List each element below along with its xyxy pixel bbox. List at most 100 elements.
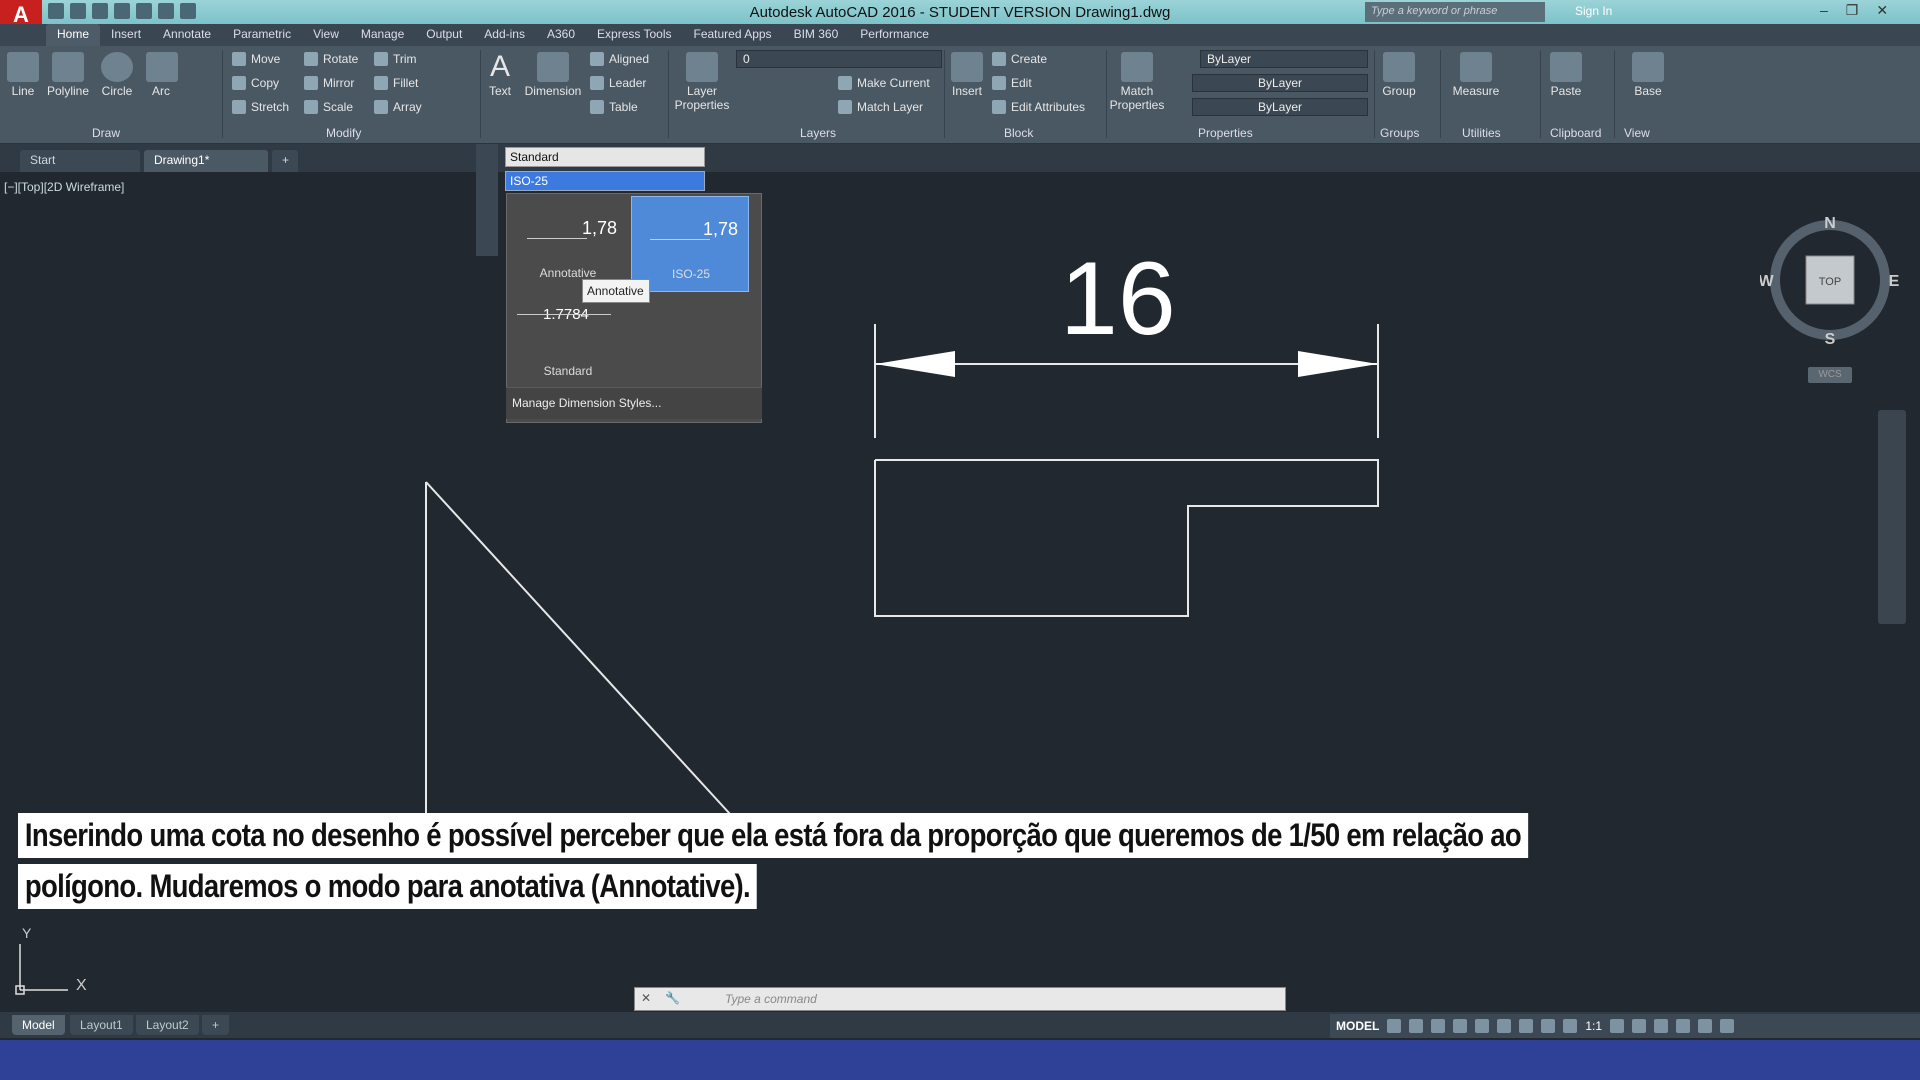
paste-button[interactable]: Paste [1546,52,1586,98]
polyline-button[interactable]: Polyline [44,52,92,98]
panel-groups-label[interactable]: Groups [1380,126,1419,140]
match-properties-button[interactable]: Match Properties [1108,52,1166,112]
panel-properties-label[interactable]: Properties [1198,126,1253,140]
navigation-bar[interactable] [1878,410,1906,624]
lineweight-dropdown[interactable]: ByLayer [1192,98,1368,116]
tab-layout1[interactable]: Layout1 [70,1015,133,1035]
text-style-dropdown[interactable]: Standard [505,147,705,167]
rotate-button[interactable]: Rotate [304,52,358,66]
tab-annotate[interactable]: Annotate [152,24,222,46]
panel-layers-label[interactable]: Layers [800,126,836,140]
tab-view[interactable]: View [302,24,350,46]
tab-add-ins[interactable]: Add-ins [473,24,536,46]
insert-button[interactable]: Insert [948,52,986,98]
restore-icon[interactable]: ❐ [1846,2,1859,19]
style-tile-annotative[interactable]: 1,78 Annotative [509,196,627,292]
create-block-button[interactable]: Create [992,52,1047,66]
panel-utilities-label[interactable]: Utilities [1462,126,1501,140]
otrack-icon[interactable] [1497,1019,1512,1033]
array-button[interactable]: Array [374,100,422,114]
wrench-icon[interactable]: 🔧 [665,991,680,1005]
annotation-side-toolbar [476,144,498,256]
minimize-icon[interactable]: – [1820,2,1828,19]
style-tile-iso25[interactable]: 1,78 ISO-25 [631,196,749,292]
workspace-gear-icon[interactable] [1610,1019,1625,1033]
command-input[interactable]: Type a command [725,992,817,1006]
tab-model[interactable]: Model [12,1015,65,1035]
search-input[interactable]: Type a keyword or phrase [1365,2,1545,22]
osnap-icon[interactable] [1475,1019,1490,1033]
tab-layout2[interactable]: Layout2 [136,1015,199,1035]
tab-bim360[interactable]: BIM 360 [783,24,850,46]
tab-insert[interactable]: Insert [100,24,152,46]
panel-block-label[interactable]: Block [1004,126,1033,140]
dimension-style-dropdown[interactable]: ISO-25 [505,171,705,191]
lineweight-icon[interactable] [1519,1019,1534,1033]
leader-button[interactable]: Leader [590,76,646,90]
sign-in-button[interactable]: Sign In [1575,4,1612,18]
annotation-visibility-icon[interactable] [1541,1019,1556,1033]
layer-properties-button[interactable]: Layer Properties [674,52,730,112]
layer-dropdown[interactable]: 0 [736,50,942,68]
viewcube[interactable]: TOP N S E W [1760,210,1900,350]
wcs-menu[interactable]: WCS [1808,367,1852,383]
tab-home[interactable]: Home [46,24,101,46]
color-dropdown[interactable]: ByLayer [1200,50,1368,68]
ribbon-separator [944,50,945,138]
caption-line-1: Inserindo uma cota no desenho é possível… [18,813,1528,858]
annotation-scale[interactable]: 1:1 [1585,1019,1602,1033]
stretch-button[interactable]: Stretch [232,100,289,114]
hardware-acceleration-icon[interactable] [1676,1019,1691,1033]
grid-icon[interactable] [1387,1019,1402,1033]
mirror-button[interactable]: Mirror [304,76,354,90]
measure-button[interactable]: Measure [1450,52,1502,98]
panel-draw-label[interactable]: Draw [92,126,120,140]
close-icon[interactable]: ✕ [1876,2,1888,19]
make-current-button[interactable]: Make Current [838,76,930,90]
clean-screen-icon[interactable] [1698,1019,1713,1033]
copy-button[interactable]: Copy [232,76,279,90]
model-space-button[interactable]: MODEL [1336,1019,1379,1033]
drawing-tab[interactable]: Drawing1* [144,150,268,172]
edit-attributes-button[interactable]: Edit Attributes [992,100,1085,114]
panel-clipboard-label[interactable]: Clipboard [1550,126,1601,140]
customize-menu-icon[interactable] [1720,1019,1735,1033]
tab-express-tools[interactable]: Express Tools [586,24,682,46]
tab-featured-apps[interactable]: Featured Apps [683,24,783,46]
tab-performance[interactable]: Performance [849,24,940,46]
line-button[interactable]: Line [6,52,40,98]
new-tab-button[interactable]: + [272,150,298,172]
base-button[interactable]: Base [1628,52,1668,98]
circle-button[interactable]: Circle [98,52,136,98]
ortho-icon[interactable] [1431,1019,1446,1033]
snap-icon[interactable] [1409,1019,1424,1033]
isolate-objects-icon[interactable] [1654,1019,1669,1033]
dimension-button[interactable]: Dimension [522,52,584,98]
edit-block-button[interactable]: Edit [992,76,1032,90]
aligned-button[interactable]: Aligned [590,52,649,66]
auto-scale-icon[interactable] [1563,1019,1578,1033]
tab-output[interactable]: Output [415,24,473,46]
close-icon[interactable]: ✕ [641,991,651,1005]
text-button[interactable]: A Text [484,50,516,98]
start-tab[interactable]: Start [20,150,140,172]
trim-button[interactable]: Trim [374,52,417,66]
arc-button[interactable]: Arc [146,52,178,98]
panel-view-label[interactable]: View [1624,126,1650,140]
table-button[interactable]: Table [590,100,638,114]
tab-a360[interactable]: A360 [536,24,586,46]
polar-icon[interactable] [1453,1019,1468,1033]
manage-dimension-styles-button[interactable]: Manage Dimension Styles... [506,387,762,419]
linetype-dropdown[interactable]: ByLayer [1192,74,1368,92]
match-layer-button[interactable]: Match Layer [838,100,923,114]
plus-icon[interactable] [1632,1019,1647,1033]
add-layout-button[interactable]: + [202,1015,230,1035]
panel-modify-label[interactable]: Modify [326,126,361,140]
fillet-button[interactable]: Fillet [374,76,418,90]
tab-parametric[interactable]: Parametric [222,24,302,46]
style-tile-standard[interactable]: 1.7784 Standard [509,294,627,390]
scale-button[interactable]: Scale [304,100,353,114]
group-button[interactable]: Group [1378,52,1420,98]
move-button[interactable]: Move [232,52,280,66]
tab-manage[interactable]: Manage [350,24,415,46]
